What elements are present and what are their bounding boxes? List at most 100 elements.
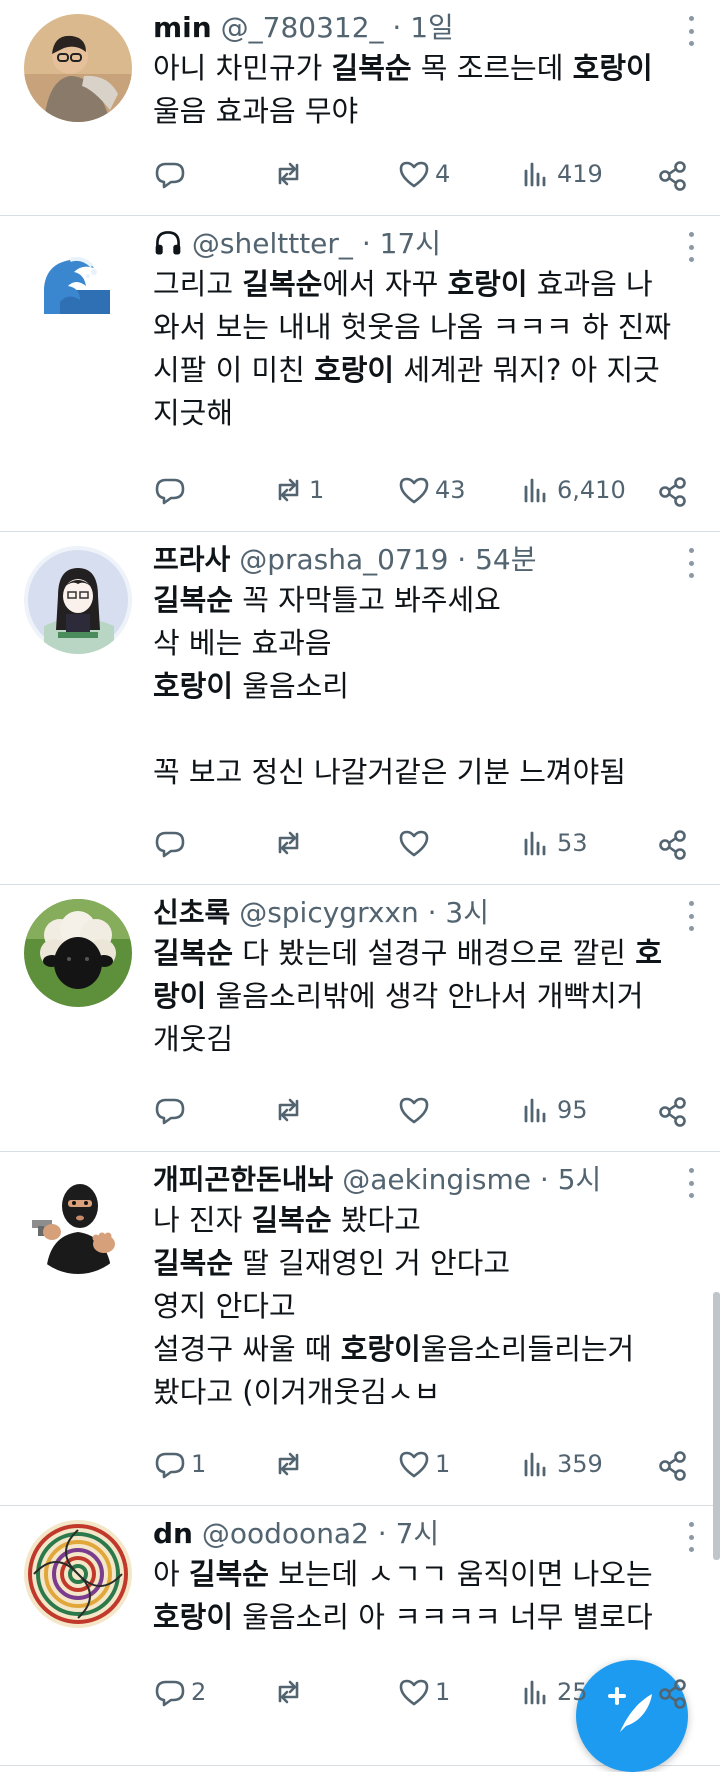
reply-icon — [155, 162, 185, 189]
like-button[interactable] — [397, 823, 435, 863]
text-segment: 보는데 ㅅㄱㄱ 움직이면 나오는 — [268, 1557, 653, 1591]
reply-button[interactable]: 1 — [153, 1444, 206, 1484]
tweet-time[interactable]: 17시 — [380, 227, 441, 260]
avatar[interactable] — [24, 1166, 132, 1274]
avatar[interactable] — [24, 1520, 132, 1628]
tweet-text-line: 울음 효과음 무야 — [153, 90, 662, 133]
reply-button[interactable]: 2 — [153, 1672, 206, 1712]
text-segment: 꼭 자막틀고 봐주세요 — [233, 583, 501, 617]
display-name[interactable]: 신초록 — [153, 896, 230, 929]
views-count: 6,410 — [557, 476, 626, 504]
user-handle[interactable]: @oodoona2 — [202, 1517, 369, 1550]
more-options-icon[interactable] — [686, 1168, 696, 1198]
tweet-text-line: 봤다고 (이거개웃김ㅅㅂ — [153, 1371, 662, 1414]
tweet-actions: 1 1 359 — [153, 1444, 720, 1484]
more-options-icon[interactable] — [686, 901, 696, 931]
views-count: 95 — [557, 1096, 588, 1124]
like-icon — [399, 830, 429, 857]
tweet-actions: 4 419 — [153, 154, 720, 194]
views-button[interactable]: 53 — [519, 823, 588, 863]
reply-icon — [155, 1452, 185, 1479]
retweet-button[interactable]: 1 — [271, 470, 324, 510]
more-options-icon[interactable] — [686, 16, 696, 46]
like-count: 4 — [435, 160, 451, 188]
user-handle[interactable]: @prasha_0719 — [239, 543, 448, 576]
avatar[interactable] — [24, 899, 132, 1007]
share-button[interactable] — [656, 156, 690, 196]
like-button[interactable]: 4 — [397, 154, 450, 194]
text-segment: 아 — [153, 1557, 189, 1591]
reply-button[interactable] — [153, 470, 191, 510]
text-segment: 아니 차민규가 — [153, 51, 332, 85]
avatar[interactable] — [24, 14, 132, 122]
retweet-button[interactable] — [271, 823, 309, 863]
text-segment: 울음소리들리는거 — [420, 1332, 635, 1366]
tweet-time[interactable]: 1일 — [410, 11, 454, 44]
share-button[interactable] — [656, 1674, 690, 1714]
share-icon — [659, 161, 686, 191]
highlighted-keyword: 호랑이 — [153, 1600, 234, 1634]
tweet-text-line: 길복순 딸 길재영인 거 안다고 — [153, 1242, 662, 1285]
retweet-button[interactable] — [271, 1090, 309, 1130]
tweet-header: 프라사 @prasha_0719 · 54분 — [153, 542, 662, 578]
views-button[interactable]: 95 — [519, 1090, 588, 1130]
tweet-time[interactable]: 5시 — [558, 1163, 602, 1196]
user-handle[interactable]: @shelttter_ — [192, 227, 353, 260]
like-icon — [399, 1451, 429, 1478]
reply-icon — [155, 478, 185, 505]
display-name[interactable]: 프라사 — [153, 543, 230, 576]
like-button[interactable]: 43 — [397, 470, 466, 510]
tweet-time[interactable]: 54분 — [475, 543, 536, 576]
retweet-button[interactable] — [271, 1444, 309, 1484]
views-count: 419 — [557, 160, 603, 188]
tweet-time[interactable]: 7시 — [396, 1517, 440, 1550]
more-options-icon[interactable] — [686, 232, 696, 262]
views-count: 359 — [557, 1450, 603, 1478]
share-icon — [659, 1451, 686, 1481]
retweet-button[interactable] — [271, 154, 309, 194]
retweet-count: 1 — [309, 476, 325, 504]
views-button[interactable]: 359 — [519, 1444, 603, 1484]
like-icon — [399, 1097, 429, 1124]
tweet-text: 길복순 꼭 자막틀고 봐주세요 삭 베는 효과음 호랑이 울음소리 꼭 보고 정신 나… — [153, 579, 662, 794]
display-name[interactable]: dn — [153, 1517, 193, 1550]
views-button[interactable]: 419 — [519, 154, 603, 194]
separator-dot: · — [383, 11, 411, 44]
like-button[interactable]: 1 — [397, 1444, 450, 1484]
person-avatar-icon — [24, 14, 132, 122]
retweet-icon — [278, 1452, 299, 1476]
like-button[interactable]: 1 — [397, 1672, 450, 1712]
text-segment: 그리고 — [153, 267, 243, 301]
like-button[interactable] — [397, 1090, 435, 1130]
user-handle[interactable]: @spicygrxxn — [239, 896, 419, 929]
text-segment: 울음소리밖에 생각 안나서 개빡치거 — [206, 979, 644, 1013]
display-name[interactable]: min — [153, 11, 212, 44]
scrollbar[interactable] — [713, 1292, 720, 1560]
user-handle[interactable]: @aekingisme — [342, 1163, 531, 1196]
like-count: 1 — [435, 1678, 451, 1706]
reply-button[interactable] — [153, 154, 191, 194]
share-button[interactable] — [656, 1446, 690, 1486]
user-handle[interactable]: @_780312_ — [221, 11, 384, 44]
tweet-text-line: 길복순 꼭 자막틀고 봐주세요 — [153, 579, 662, 622]
share-button[interactable] — [656, 825, 690, 865]
more-options-icon[interactable] — [686, 548, 696, 578]
text-segment: 딸 길재영인 거 안다고 — [233, 1246, 511, 1280]
views-button[interactable]: 6,410 — [519, 470, 626, 510]
tweet-text-line: 호랑이 울음소리 아 ㅋㅋㅋㅋ 너무 별로다 — [153, 1596, 662, 1639]
retweet-button[interactable] — [271, 1672, 309, 1712]
avatar[interactable] — [24, 230, 132, 338]
share-button[interactable] — [656, 472, 690, 512]
more-options-icon[interactable] — [686, 1522, 696, 1552]
tweet-time[interactable]: 3시 — [445, 896, 489, 929]
reply-count: 2 — [191, 1678, 207, 1706]
display-name[interactable]: 개피곤한돈내놔 — [153, 1163, 333, 1196]
robber-avatar-icon — [24, 1166, 132, 1274]
share-icon — [659, 1097, 686, 1127]
avatar[interactable] — [24, 546, 132, 654]
views-button[interactable]: 25 — [519, 1672, 588, 1712]
reply-button[interactable] — [153, 823, 191, 863]
views-icon — [524, 1098, 546, 1123]
reply-button[interactable] — [153, 1090, 191, 1130]
share-button[interactable] — [656, 1092, 690, 1132]
